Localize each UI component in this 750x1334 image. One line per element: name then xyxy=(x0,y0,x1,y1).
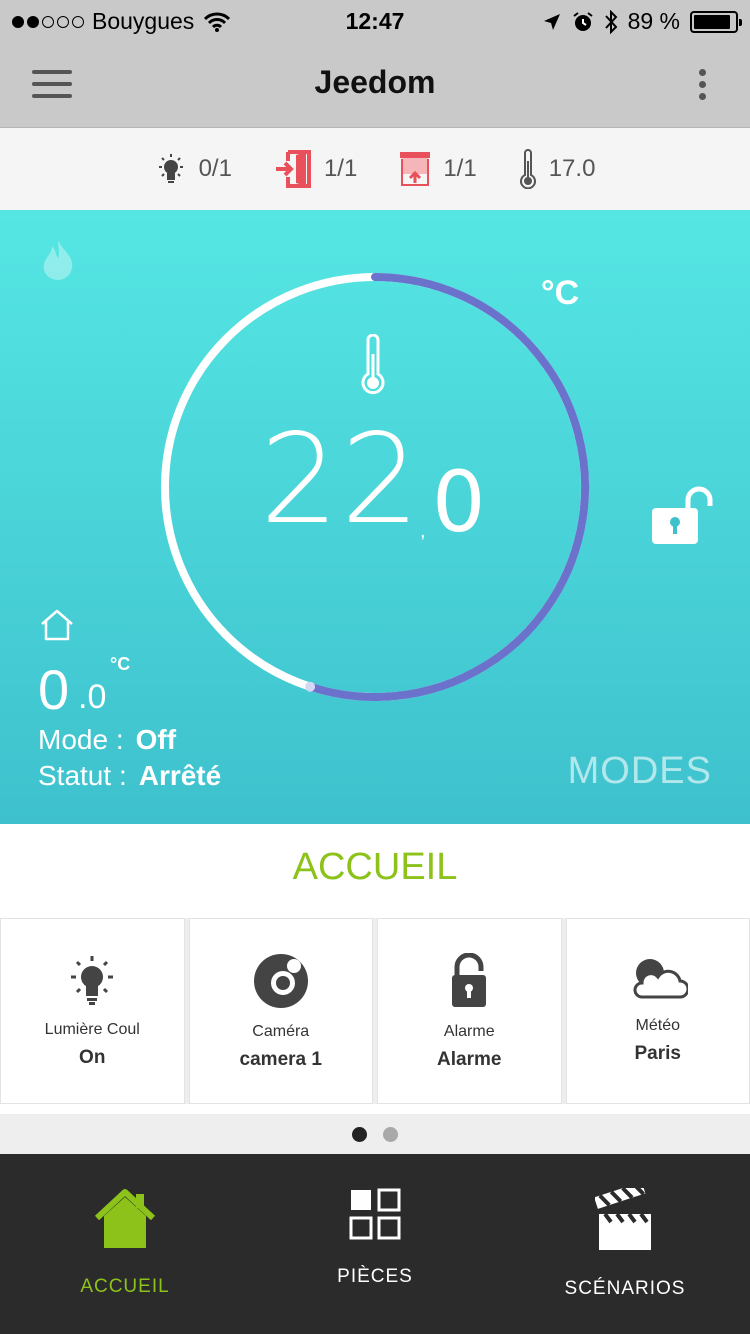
device-tile-name: Alarme xyxy=(443,1023,495,1040)
padlock-open-icon[interactable] xyxy=(650,484,714,548)
nav-tab-label: PIÈCES xyxy=(337,1266,413,1287)
summary-temperature[interactable]: 17.0 xyxy=(519,149,596,189)
battery-level xyxy=(694,14,730,29)
dial-knob[interactable] xyxy=(305,681,316,692)
setpoint-unit: °C xyxy=(541,274,580,312)
hamburger-menu-icon[interactable] xyxy=(26,66,78,106)
thermometer-icon xyxy=(361,334,385,395)
weather-cloud-icon xyxy=(633,959,688,999)
status-bar-left: Bouygues xyxy=(12,8,231,35)
device-tile-light[interactable]: Lumière Coul On xyxy=(0,918,185,1104)
summary-lights-value: 0/1 xyxy=(198,155,232,182)
mode-label: Mode : xyxy=(38,724,124,755)
page-dot-1[interactable] xyxy=(352,1126,367,1142)
device-tile-weather[interactable]: Météo Paris xyxy=(565,918,750,1104)
app-title: Jeedom xyxy=(314,64,436,100)
device-tile-value: Paris xyxy=(634,1043,681,1064)
flame-icon[interactable] xyxy=(38,238,78,282)
signal-strength-icon xyxy=(12,15,84,28)
nav-tab-accueil[interactable]: ACCUEIL xyxy=(0,1154,250,1334)
outdoor-temperature-unit: °C xyxy=(110,654,131,674)
device-tile-name: Météo xyxy=(635,1017,680,1034)
status-label: Statut : xyxy=(38,760,127,791)
door-enter-icon xyxy=(275,150,311,188)
outdoor-temperature-integer: 0 xyxy=(38,658,70,721)
page-indicator xyxy=(0,1114,750,1154)
app-bar: Jeedom xyxy=(0,42,750,128)
carrier-name: Bouygues xyxy=(92,8,195,34)
device-tiles: Lumière Coul On Caméra camera 1 Alarme A… xyxy=(0,918,750,1104)
location-arrow-icon xyxy=(543,13,560,30)
status-bar: Bouygues 12:47 89 % xyxy=(0,0,750,42)
device-tile-camera[interactable]: Caméra camera 1 xyxy=(188,918,373,1104)
wifi-icon xyxy=(204,12,231,32)
device-tile-value: Alarme xyxy=(437,1049,502,1070)
summary-doors[interactable]: 1/1 xyxy=(274,149,357,189)
modes-button[interactable]: MODES xyxy=(568,750,712,793)
status-row: Statut : Arrêté xyxy=(38,760,221,792)
bottom-navigation: ACCUEIL PIÈCES SCÉNARIOS xyxy=(0,1154,750,1334)
home-icon xyxy=(94,1189,156,1248)
device-tile-value: camera 1 xyxy=(239,1049,322,1070)
thermometer-icon xyxy=(519,149,536,189)
more-options-icon[interactable] xyxy=(690,66,714,106)
bluetooth-icon xyxy=(604,9,617,34)
shutter-icon xyxy=(400,152,431,186)
summary-doors-value: 1/1 xyxy=(323,155,358,182)
summary-shutters-value: 1/1 xyxy=(443,155,477,182)
mode-value: Off xyxy=(135,724,177,755)
alarm-clock-icon xyxy=(572,11,593,31)
setpoint-separator: , xyxy=(420,520,426,542)
nav-tab-label: ACCUEIL xyxy=(80,1276,170,1297)
camera-eye-icon xyxy=(253,954,308,1008)
setpoint-decimal: 0 xyxy=(432,453,486,551)
light-bulb-icon xyxy=(158,154,183,183)
device-tile-alarm[interactable]: Alarme Alarme xyxy=(377,918,562,1104)
nav-tab-label: SCÉNARIOS xyxy=(564,1278,686,1299)
page-dot-2[interactable] xyxy=(383,1126,398,1142)
summary-bar: 0/1 1/1 1/1 17.0 xyxy=(0,128,750,210)
device-tile-name: Caméra xyxy=(252,1023,310,1040)
outdoor-temperature-decimal: .0 xyxy=(78,678,107,716)
nav-tab-pieces[interactable]: PIÈCES xyxy=(250,1154,500,1334)
home-outline-icon xyxy=(41,609,73,641)
padlock-open-icon xyxy=(452,953,487,1007)
thermostat-panel: °C 22 , 0 0 .0 °C Mode : Off Statut : Ar… xyxy=(0,210,750,824)
device-tile-value: On xyxy=(79,1047,106,1068)
summary-shutters[interactable]: 1/1 xyxy=(399,151,477,187)
clapperboard-icon xyxy=(595,1188,651,1250)
device-tile-name: Lumière Coul xyxy=(44,1021,140,1038)
battery-icon xyxy=(690,10,742,33)
nav-tab-scenarios[interactable]: SCÉNARIOS xyxy=(500,1154,750,1334)
summary-lights[interactable]: 0/1 xyxy=(155,152,232,186)
grid-rooms-icon xyxy=(349,1188,401,1240)
mode-row: Mode : Off xyxy=(38,724,176,756)
status-value: Arrêté xyxy=(138,760,222,791)
setpoint-integer: 22 xyxy=(260,408,422,552)
status-bar-right: 89 % xyxy=(542,8,742,35)
light-bulb-icon xyxy=(71,956,114,1005)
summary-temperature-value: 17.0 xyxy=(548,155,596,182)
battery-percentage: 89 % xyxy=(627,8,680,34)
room-title: ACCUEIL xyxy=(292,846,458,888)
